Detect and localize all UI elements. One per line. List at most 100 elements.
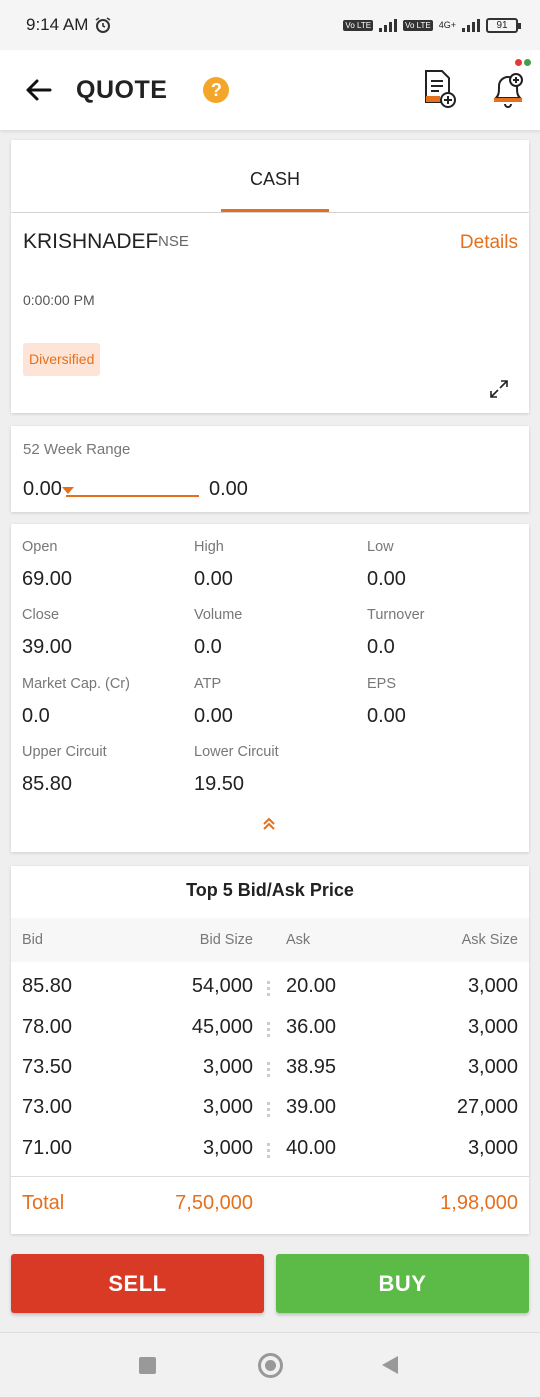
instrument-symbol: KRISHNADEF xyxy=(23,230,159,253)
total-row: Total 7,50,000 1,98,000 xyxy=(11,1192,529,1222)
buy-button[interactable]: BUY xyxy=(276,1254,529,1313)
stats-card: Open 69.00 High 0.00 Low 0.00 Close 39.00 Vo… xyxy=(11,524,529,852)
recents-icon[interactable] xyxy=(139,1357,156,1374)
stat-lower-circuit: Lower Circuit 19.50 xyxy=(194,744,354,796)
stat-value: 0.00 xyxy=(367,705,406,727)
total-ask-size: 1,98,000 xyxy=(440,1192,518,1214)
total-label: Total xyxy=(22,1192,65,1214)
bid-price: 73.50 xyxy=(22,1056,73,1078)
table-row: 71.00 3,000 40.00 3,000 xyxy=(11,1137,529,1177)
stat-value: 69.00 xyxy=(22,568,73,590)
last-trade-time: 0:00:00 PM xyxy=(23,292,95,308)
header-ask-size: Ask Size xyxy=(461,932,518,948)
network-type: 4G+ xyxy=(438,20,456,30)
bid-size: 45,000 xyxy=(191,1016,253,1038)
bid-size: 3,000 xyxy=(202,1096,253,1118)
volte-badge-1: Vo LTE xyxy=(343,19,374,31)
week-range-low: 0.00 xyxy=(23,478,62,500)
stat-value: 39.00 xyxy=(22,636,73,658)
row-separator xyxy=(267,1022,270,1040)
table-row: 73.50 3,000 38.95 3,000 xyxy=(11,1056,529,1096)
stat-label: Turnover xyxy=(367,607,425,623)
home-icon[interactable] xyxy=(258,1353,283,1378)
stat-value: 0.0 xyxy=(22,705,50,727)
app-bar: QUOTE ? xyxy=(0,50,540,130)
week-range-marker xyxy=(62,487,74,494)
back-arrow-icon[interactable] xyxy=(24,75,54,105)
system-nav-bar xyxy=(0,1332,540,1397)
stat-label: Upper Circuit xyxy=(22,744,107,760)
ask-size: 3,000 xyxy=(467,975,518,997)
sell-button[interactable]: SELL xyxy=(11,1254,264,1313)
stat-value: 0.0 xyxy=(194,636,222,658)
instrument-card: KRISHNADEF NSE Details 0:00:00 PM Divers… xyxy=(11,213,529,413)
add-to-watchlist-icon[interactable] xyxy=(420,68,460,110)
stat-eps: EPS 0.00 xyxy=(367,676,527,728)
bid-ask-card: Top 5 Bid/Ask Price Bid Bid Size Ask Ask… xyxy=(11,866,529,1234)
bid-size: 3,000 xyxy=(202,1056,253,1078)
nav-back-icon[interactable] xyxy=(382,1356,398,1374)
stat-value: 0.00 xyxy=(194,705,233,727)
table-row: 78.00 45,000 36.00 3,000 xyxy=(11,1016,529,1056)
sector-badge: Diversified xyxy=(23,343,101,376)
stat-value: 19.50 xyxy=(194,773,245,795)
bid-ask-title: Top 5 Bid/Ask Price xyxy=(186,880,354,900)
row-separator xyxy=(267,1143,270,1161)
stat-market-cap: Market Cap. (Cr) 0.0 xyxy=(22,676,182,728)
ask-price: 36.00 xyxy=(286,1016,337,1038)
ask-size: 27,000 xyxy=(456,1096,518,1118)
bid-price: 71.00 xyxy=(22,1137,73,1159)
week-range-label: 52 Week Range xyxy=(23,441,131,458)
notification-dot-red xyxy=(515,59,522,66)
row-separator xyxy=(267,1102,270,1120)
status-bar: 9:14 AM Vo LTE Vo LTE 4G+ 91 xyxy=(0,0,540,50)
stat-volume: Volume 0.0 xyxy=(194,607,354,659)
total-bid-size: 7,50,000 xyxy=(175,1192,253,1214)
notification-dot-green xyxy=(524,59,531,66)
tab-cash[interactable]: CASH xyxy=(221,140,329,212)
bid-size: 3,000 xyxy=(202,1137,253,1159)
stat-label: ATP xyxy=(194,676,222,692)
details-link[interactable]: Details xyxy=(460,232,518,254)
segment-tabs: CASH xyxy=(11,140,529,212)
bid-price: 85.80 xyxy=(22,975,73,997)
week-range-card: 52 Week Range 0.00 0.00 xyxy=(11,426,529,512)
header-bid: Bid xyxy=(22,932,43,948)
stat-label: Close xyxy=(22,607,60,623)
expand-icon[interactable] xyxy=(489,379,509,399)
ask-price: 38.95 xyxy=(286,1056,337,1078)
week-range-bar xyxy=(66,495,199,497)
stat-label: Market Cap. (Cr) xyxy=(22,676,130,692)
exchange-label: NSE xyxy=(158,233,189,250)
battery-level: 91 xyxy=(496,19,508,31)
stat-label: Lower Circuit xyxy=(194,744,279,760)
status-time: 9:14 AM xyxy=(26,15,89,34)
add-alert-bell-icon[interactable] xyxy=(488,59,531,110)
page-title: QUOTE xyxy=(76,75,168,104)
stat-label: Open xyxy=(22,539,58,555)
stat-open: Open 69.00 xyxy=(22,539,182,591)
status-icons: Vo LTE Vo LTE 4G+ 91 xyxy=(343,17,521,33)
header-bid-size: Bid Size xyxy=(199,932,253,948)
stat-atp: ATP 0.00 xyxy=(194,676,354,728)
ask-price: 40.00 xyxy=(286,1137,337,1159)
volte-badge-2: Vo LTE xyxy=(403,19,433,31)
table-row: 73.00 3,000 39.00 27,000 xyxy=(11,1096,529,1136)
alarm-icon xyxy=(95,17,111,33)
signal-icon-1 xyxy=(379,18,398,32)
active-tab-indicator xyxy=(221,209,329,212)
stat-upper-circuit: Upper Circuit 85.80 xyxy=(22,744,182,796)
bid-price: 78.00 xyxy=(22,1016,73,1038)
help-icon[interactable]: ? xyxy=(203,77,230,103)
header-ask: Ask xyxy=(286,932,311,948)
stat-label: EPS xyxy=(367,676,397,692)
ask-price: 39.00 xyxy=(286,1096,337,1118)
stat-value: 0.00 xyxy=(194,568,233,590)
table-row: 85.80 54,000 20.00 3,000 xyxy=(11,975,529,1015)
stat-high: High 0.00 xyxy=(194,539,354,591)
row-separator xyxy=(267,1062,270,1080)
status-time-group: 9:14 AM xyxy=(26,15,112,35)
collapse-chevron-icon[interactable] xyxy=(261,816,277,832)
bid-size: 54,000 xyxy=(191,975,253,997)
bid-price: 73.00 xyxy=(22,1096,73,1118)
